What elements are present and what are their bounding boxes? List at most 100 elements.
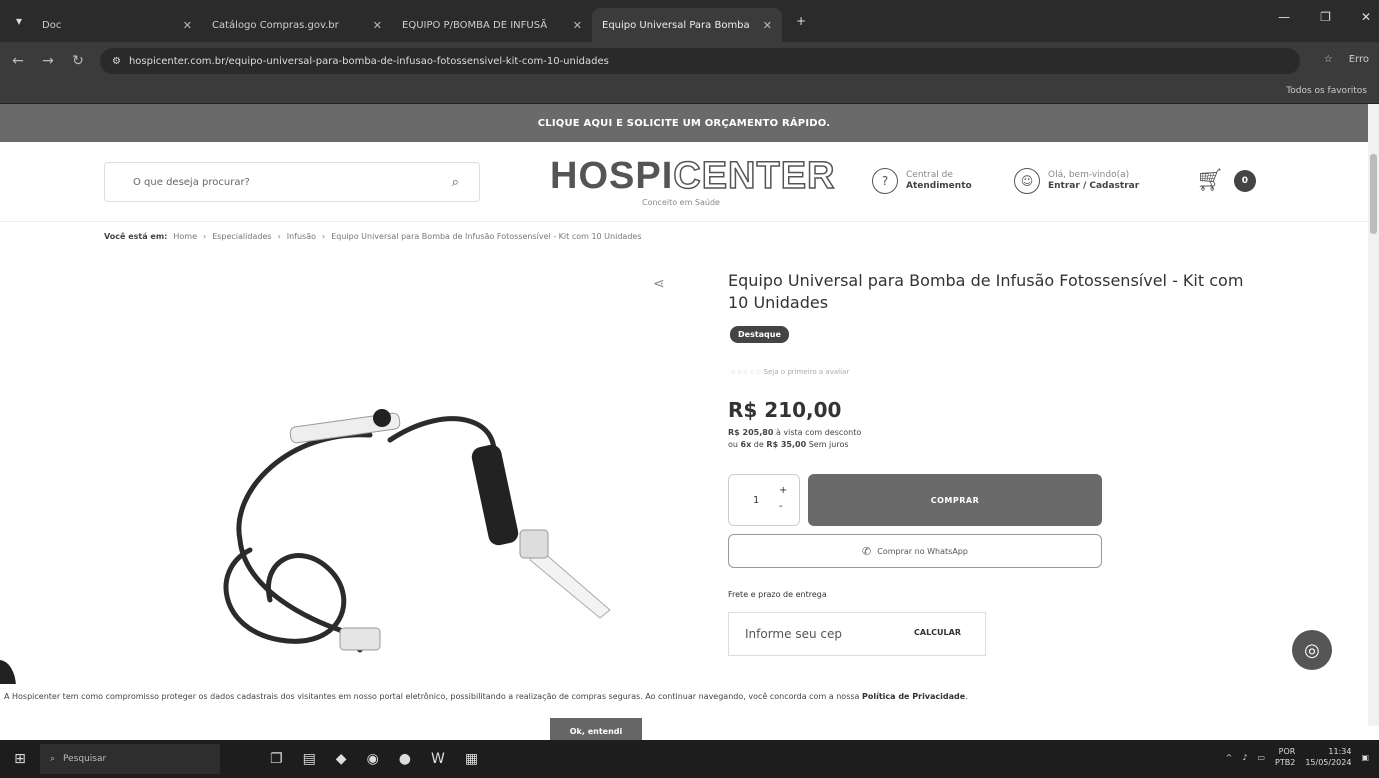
cep-placeholder: Informe seu cep xyxy=(745,627,842,641)
search-input[interactable]: O que deseja procurar? ⌕ xyxy=(104,162,480,202)
inst-value: R$ 35,00 xyxy=(766,440,807,449)
calculator-icon[interactable]: ▦ xyxy=(465,751,478,767)
cart-count-badge: 0 xyxy=(1233,169,1256,192)
reviews-text: Seja o primeiro a avaliar xyxy=(763,368,850,376)
close-icon[interactable]: ✕ xyxy=(763,19,772,32)
new-tab-icon[interactable]: + xyxy=(788,8,814,34)
quantity-value[interactable]: 1 xyxy=(753,495,759,506)
window-controls: — ❐ ✕ xyxy=(1278,10,1371,24)
buy-button[interactable]: COMPRAR xyxy=(808,474,1102,526)
windows-start-icon[interactable]: ⊞ xyxy=(0,751,40,767)
quantity-stepper[interactable]: 1 + - xyxy=(728,474,800,526)
whatsapp-label: Comprar no WhatsApp xyxy=(877,546,968,556)
tab-label: EQUIPO P/BOMBA DE INFUSÃ xyxy=(402,19,548,31)
tab-catalogo[interactable]: Catálogo Compras.gov.br ✕ xyxy=(202,8,392,42)
app-icon[interactable]: ◆ xyxy=(336,751,347,767)
rating-stars: ☆☆☆☆☆ xyxy=(730,368,762,376)
cart-button[interactable]: 🛒︎ 0 xyxy=(1196,168,1256,193)
cash-price: R$ 205,80 xyxy=(728,428,774,437)
language-indicator[interactable]: POR PTB2 xyxy=(1275,746,1295,768)
account-line2: Entrar / Cadastrar xyxy=(1048,181,1140,191)
tab-label: Doc xyxy=(42,19,62,31)
scrollbar-thumb[interactable] xyxy=(1370,154,1377,234)
breadcrumb-infusao[interactable]: Infusão xyxy=(287,232,316,241)
lang-line2: PTB2 xyxy=(1275,758,1296,767)
minimize-icon[interactable]: — xyxy=(1278,10,1290,24)
product-price: R$ 210,00 xyxy=(728,398,842,422)
tab-label: Equipo Universal Para Bomba xyxy=(602,19,750,31)
product-image[interactable] xyxy=(190,390,650,670)
clock[interactable]: 11:34 15/05/2024 xyxy=(1305,746,1351,768)
search-icon[interactable]: ⌕ xyxy=(452,175,459,190)
reload-icon[interactable]: ↻ xyxy=(66,53,90,69)
whatsapp-buy-button[interactable]: ✆ Comprar no WhatsApp xyxy=(728,534,1102,568)
shipping-label: Frete e prazo de entrega xyxy=(728,590,827,599)
user-icon: ☺ xyxy=(1014,168,1040,194)
product-title: Equipo Universal para Bomba de Infusão F… xyxy=(728,271,1244,312)
address-bar-row: ← → ↻ ⚙ hospicenter.com.br/equipo-univer… xyxy=(0,42,1379,80)
maximize-icon[interactable]: ❐ xyxy=(1320,10,1331,24)
inst-of: de xyxy=(753,440,764,449)
close-window-icon[interactable]: ✕ xyxy=(1361,10,1371,24)
close-icon[interactable]: ✕ xyxy=(183,19,192,32)
network-icon[interactable]: ▭ xyxy=(1257,753,1265,762)
bookmarks-bar: Todos os favoritos xyxy=(0,80,1379,104)
page-scrollbar[interactable] xyxy=(1368,104,1379,726)
volume-icon[interactable]: ♪ xyxy=(1242,753,1247,762)
task-view-icon[interactable]: ❐ xyxy=(270,751,283,767)
increment-button[interactable]: + xyxy=(779,483,787,499)
decrement-button[interactable]: - xyxy=(779,499,787,515)
url-text: hospicenter.com.br/equipo-universal-para… xyxy=(128,55,609,67)
calculate-shipping-button[interactable]: CALCULAR xyxy=(914,628,961,637)
inst-suffix: Sem juros xyxy=(808,440,849,449)
installments-line: ou 6x de R$ 35,00 Sem juros xyxy=(728,440,849,449)
search-icon: ⌕ xyxy=(50,754,56,764)
system-tray: ^ ♪ ▭ POR PTB2 11:34 15/05/2024 ▣ xyxy=(1226,746,1369,768)
breadcrumb-home[interactable]: Home xyxy=(173,232,197,241)
browser-tab-bar: ▾ Doc ✕ Catálogo Compras.gov.br ✕ EQUIPO… xyxy=(0,0,1379,42)
bookmark-star-icon[interactable]: ☆ xyxy=(1324,54,1333,65)
support-link[interactable]: ? Central de Atendimento xyxy=(872,168,972,194)
forward-icon[interactable]: → xyxy=(36,53,60,69)
spotify-icon[interactable]: ● xyxy=(399,751,411,767)
cart-icon: 🛒︎ xyxy=(1196,168,1224,193)
instagram-icon[interactable]: ◎ xyxy=(1292,630,1332,670)
logo-text-outline: CENTER xyxy=(672,155,836,197)
word-icon[interactable]: W xyxy=(431,751,445,767)
profile-button[interactable]: Erro xyxy=(1349,54,1369,65)
share-icon[interactable]: ⋖ xyxy=(653,276,665,292)
close-icon[interactable]: ✕ xyxy=(573,19,582,32)
chrome-icon[interactable]: ◉ xyxy=(367,751,379,767)
quote-promo-banner[interactable]: CLIQUE AQUI E SOLICITE UM ORÇAMENTO RÁPI… xyxy=(0,104,1368,142)
tray-chevron-icon[interactable]: ^ xyxy=(1226,753,1233,762)
cookie-text: A Hospicenter tem como compromisso prote… xyxy=(4,692,860,701)
tab-equipo-universal[interactable]: Equipo Universal Para Bomba ✕ xyxy=(592,8,782,42)
help-icon: ? xyxy=(872,168,898,194)
tab-doc[interactable]: Doc ✕ xyxy=(32,8,202,42)
taskbar-search[interactable]: ⌕ Pesquisar xyxy=(40,744,220,774)
site-info-icon[interactable]: ⚙ xyxy=(112,56,121,67)
reviews-link[interactable]: ☆☆☆☆☆ Seja o primeiro a avaliar xyxy=(730,368,849,376)
privacy-policy-link[interactable]: Política de Privacidade xyxy=(862,692,965,701)
notifications-icon[interactable]: ▣ xyxy=(1361,753,1369,762)
account-link[interactable]: ☺ Olá, bem-vindo(a) Entrar / Cadastrar xyxy=(1014,168,1139,194)
url-input[interactable]: ⚙ hospicenter.com.br/equipo-universal-pa… xyxy=(100,48,1300,74)
whatsapp-icon: ✆ xyxy=(862,544,872,558)
clock-date: 15/05/2024 xyxy=(1305,758,1352,767)
breadcrumb-separator: › xyxy=(322,232,326,241)
file-explorer-icon[interactable]: ▤ xyxy=(303,751,316,767)
highlight-badge: Destaque xyxy=(730,326,789,343)
support-line2: Atendimento xyxy=(906,181,972,191)
tab-label: Catálogo Compras.gov.br xyxy=(212,19,339,31)
close-icon[interactable]: ✕ xyxy=(373,19,382,32)
cash-price-suffix: à vista com desconto xyxy=(775,428,862,437)
site-logo[interactable]: HOSPICENTER Conceito em Saúde xyxy=(550,155,835,212)
account-line1: Olá, bem-vindo(a) xyxy=(1048,170,1130,180)
inst-prefix: ou xyxy=(728,440,738,449)
breadcrumb-current: Equipo Universal para Bomba de Infusão F… xyxy=(331,232,642,241)
back-icon[interactable]: ← xyxy=(6,53,30,69)
breadcrumb-especialidades[interactable]: Especialidades xyxy=(212,232,271,241)
tab-menu-icon[interactable]: ▾ xyxy=(6,8,32,34)
all-bookmarks-link[interactable]: Todos os favoritos xyxy=(1286,86,1367,96)
tab-equipo-bomba[interactable]: EQUIPO P/BOMBA DE INFUSÃ ✕ xyxy=(392,8,592,42)
